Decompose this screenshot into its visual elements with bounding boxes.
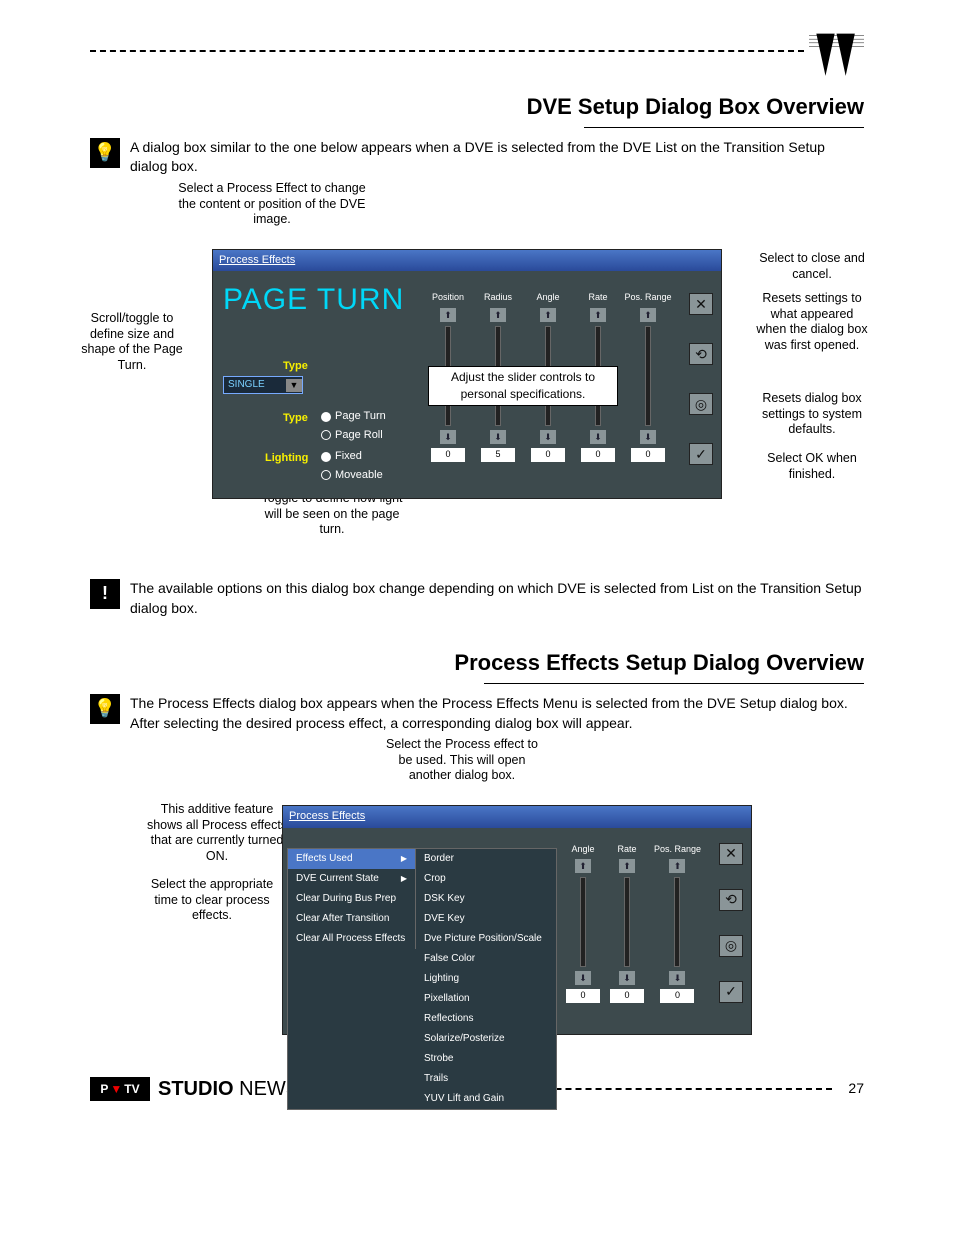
- footer-logo: P▼TV: [90, 1077, 150, 1101]
- arrow-down-icon[interactable]: ⬇: [440, 430, 456, 444]
- lightbulb-icon: 💡: [90, 694, 120, 724]
- menu-dve-picture[interactable]: Dve Picture Position/Scale: [416, 929, 556, 949]
- menu-dve-current-state[interactable]: DVE Current State▶: [288, 869, 415, 889]
- menu-clear-all[interactable]: Clear All Process Effects: [288, 929, 415, 949]
- dve-dialog-screenshot: Process Effects PAGE TURN Type SINGLE▼ T…: [212, 249, 722, 499]
- menubar[interactable]: Process Effects: [283, 806, 751, 827]
- process-effects-dialog-screenshot: Process Effects SINGLE▼ Type Lighting Pa…: [282, 805, 752, 1035]
- arrow-down-icon[interactable]: ⬇: [490, 430, 506, 444]
- arrow-up-icon[interactable]: ⬆: [640, 308, 656, 322]
- radio-page-turn[interactable]: [321, 412, 331, 422]
- process-effects-menu: Effects Used▶ DVE Current State▶ Clear D…: [287, 848, 557, 1110]
- type-select[interactable]: SINGLE▼: [223, 376, 303, 394]
- menu-strobe[interactable]: Strobe: [416, 1049, 556, 1069]
- callout-select-ok: Select OK when finished.: [752, 449, 872, 484]
- menu-lighting[interactable]: Lighting: [416, 969, 556, 989]
- menu-pixellation[interactable]: Pixellation: [416, 989, 556, 1009]
- radio-moveable[interactable]: [321, 470, 331, 480]
- footer-title: STUDIO NEWS: [158, 1075, 299, 1103]
- close-icon[interactable]: ✕: [719, 843, 743, 865]
- menu-yuv[interactable]: YUV Lift and Gain: [416, 1089, 556, 1109]
- arrow-down-icon[interactable]: ⬇: [619, 971, 635, 985]
- heading-process-effects: Process Effects Setup Dialog Overview: [90, 648, 864, 679]
- corner-logo: [809, 30, 864, 85]
- lightbulb-icon: 💡: [90, 138, 120, 168]
- chevron-down-icon[interactable]: ▼: [286, 379, 302, 392]
- callout-close-cancel: Select to close and cancel.: [752, 249, 872, 284]
- dialog-title: PAGE TURN: [223, 279, 404, 321]
- menu-crop[interactable]: Crop: [416, 869, 556, 889]
- arrow-up-icon[interactable]: ⬆: [490, 308, 506, 322]
- callout-scroll-toggle: Scroll/toggle to define size and shape o…: [72, 309, 192, 376]
- callout-additive: This additive feature shows all Process …: [142, 800, 292, 867]
- menu-clear-bus-prep[interactable]: Clear During Bus Prep: [288, 889, 415, 909]
- exclamation-icon: !: [90, 579, 120, 609]
- menu-dve-key[interactable]: DVE Key: [416, 909, 556, 929]
- menu-dsk-key[interactable]: DSK Key: [416, 889, 556, 909]
- intro-text-1: A dialog box similar to the one below ap…: [130, 138, 864, 177]
- arrow-up-icon[interactable]: ⬆: [590, 308, 606, 322]
- reset-icon[interactable]: ⟲: [689, 343, 713, 365]
- options-note: The available options on this dialog box…: [130, 579, 864, 618]
- radio-fixed[interactable]: [321, 452, 331, 462]
- arrow-up-icon[interactable]: ⬆: [540, 308, 556, 322]
- callout-reset-default: Resets dialog box settings to system def…: [752, 389, 872, 440]
- type-label: Type: [283, 359, 308, 374]
- menu-false-color[interactable]: False Color: [416, 949, 556, 969]
- arrow-down-icon[interactable]: ⬇: [640, 430, 656, 444]
- ok-icon[interactable]: ✓: [689, 443, 713, 465]
- menu-reflections[interactable]: Reflections: [416, 1009, 556, 1029]
- heading-rule-2: [484, 683, 864, 684]
- diagram-1: Select a Process Effect to change the co…: [92, 189, 862, 529]
- arrow-down-icon[interactable]: ⬇: [669, 971, 685, 985]
- type-label-2: Type: [283, 411, 308, 426]
- arrow-down-icon[interactable]: ⬇: [590, 430, 606, 444]
- arrow-down-icon[interactable]: ⬇: [575, 971, 591, 985]
- lighting-radio-group: Fixed Moveable: [321, 449, 383, 486]
- callout-reset-first: Resets settings to what appeared when th…: [752, 289, 872, 356]
- arrow-up-icon[interactable]: ⬆: [669, 859, 685, 873]
- callout-process-effect: Select a Process Effect to change the co…: [172, 179, 372, 230]
- heading-dve-setup: DVE Setup Dialog Box Overview: [90, 92, 864, 123]
- default-icon[interactable]: ◎: [719, 935, 743, 957]
- arrow-up-icon[interactable]: ⬆: [575, 859, 591, 873]
- menubar[interactable]: Process Effects: [213, 250, 721, 271]
- menu-clear-after-transition[interactable]: Clear After Transition: [288, 909, 415, 929]
- callout-clear-time: Select the appropriate time to clear pro…: [142, 875, 282, 926]
- intro-text-2: The Process Effects dialog box appears w…: [130, 694, 864, 733]
- menu-solarize[interactable]: Solarize/Posterize: [416, 1029, 556, 1049]
- menu-effects-used[interactable]: Effects Used▶: [288, 849, 415, 869]
- radio-page-roll[interactable]: [321, 430, 331, 440]
- close-icon[interactable]: ✕: [689, 293, 713, 315]
- slider-track[interactable]: [645, 326, 651, 426]
- menu-trails[interactable]: Trails: [416, 1069, 556, 1089]
- heading-rule: [584, 127, 864, 128]
- type-radio-group: Page Turn Page Roll: [321, 409, 386, 446]
- page-number: 27: [848, 1079, 864, 1099]
- diagram-2: Select the Process effect to be used. Th…: [92, 745, 862, 1035]
- callout-select-process: Select the Process effect to be used. Th…: [382, 735, 542, 786]
- ok-icon[interactable]: ✓: [719, 981, 743, 1003]
- callout-slider-adjust: Adjust the slider controls to personal s…: [428, 366, 618, 406]
- top-dashed-rule: [90, 50, 804, 52]
- arrow-up-icon[interactable]: ⬆: [619, 859, 635, 873]
- arrow-up-icon[interactable]: ⬆: [440, 308, 456, 322]
- arrow-down-icon[interactable]: ⬇: [540, 430, 556, 444]
- reset-icon[interactable]: ⟲: [719, 889, 743, 911]
- lighting-label: Lighting: [265, 451, 308, 466]
- menu-border[interactable]: Border: [416, 849, 556, 869]
- default-icon[interactable]: ◎: [689, 393, 713, 415]
